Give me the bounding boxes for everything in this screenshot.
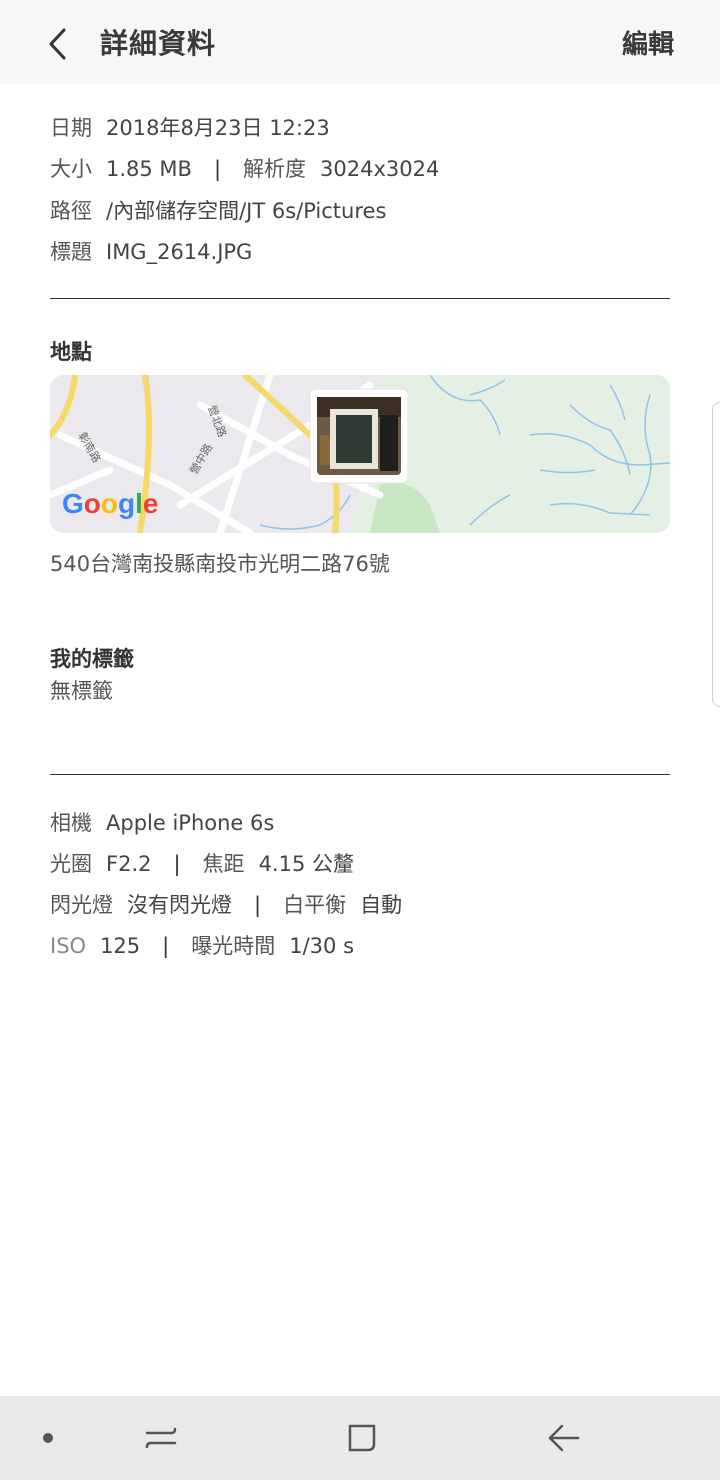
white-balance-value: 自動 [360,893,403,917]
app-bar: 詳細資料 編輯 [0,0,720,84]
aperture-value: F2.2 [106,852,152,876]
location-heading: 地點 [50,340,92,364]
location-map[interactable]: 彰南路 營北路 營中路 Google [50,375,670,533]
navigation-bar [0,1396,720,1480]
date-row: 日期 2018年8月23日 12:23 [50,112,330,142]
filename-label: 標題 [50,240,92,264]
camera-label: 相機 [50,811,92,835]
camera-row: 相機 Apple iPhone 6s [50,807,274,837]
back-icon[interactable] [540,1414,588,1462]
white-balance-label: 白平衡 [283,893,347,917]
back-arrow-icon [49,28,66,60]
filename-value: IMG_2614.JPG [106,240,253,264]
iso-label: ISO [50,934,87,958]
divider [50,774,670,775]
page-title: 詳細資料 [100,27,217,60]
separator: | [213,157,222,181]
tags-empty-text: 無標籤 [50,679,113,703]
edge-panel-handle[interactable] [712,402,720,707]
path-label: 路徑 [50,199,92,223]
focal-value: 4.15 公釐 [258,852,354,876]
filename-row: 標題 IMG_2614.JPG [50,236,252,266]
aperture-focal-row: 光圈 F2.2 | 焦距 4.15 公釐 [50,848,354,878]
flash-wb-row: 閃光燈 沒有閃光燈 | 白平衡 自動 [50,889,402,919]
recent-apps-icon[interactable] [137,1414,185,1462]
photo-pin[interactable] [309,388,409,493]
divider [50,298,670,299]
aperture-label: 光圈 [50,852,92,876]
resolution-label: 解析度 [243,157,307,181]
iso-exposure-row: ISO 125 | 曝光時間 1/30 s [50,930,354,960]
path-value: /內部儲存空間/JT 6s/Pictures [106,199,387,223]
tags-heading: 我的標籤 [50,647,134,671]
separator: | [254,893,262,917]
iso-value: 125 [100,934,141,958]
separator: | [173,852,181,876]
back-button[interactable] [36,22,80,66]
exposure-label: 曝光時間 [191,934,276,958]
date-label: 日期 [50,116,92,140]
flash-label: 閃光燈 [50,893,113,917]
focal-label: 焦距 [202,852,245,876]
path-row: 路徑/內部儲存空間/JT 6s/Pictures [50,195,386,225]
dot-icon[interactable] [24,1414,72,1462]
map-graphic: 彰南路 營北路 營中路 Google [50,375,670,533]
flash-value: 沒有閃光燈 [127,893,232,917]
resolution-value: 3024x3024 [320,157,440,181]
size-value: 1.85 MB [106,157,192,181]
google-attribution: Google [62,488,158,519]
home-icon[interactable] [338,1414,386,1462]
date-value: 2018年8月23日 12:23 [106,116,330,140]
address-text: 540台灣南投縣南投市光明二路76號 [50,552,390,576]
exposure-value: 1/30 s [289,934,355,958]
edit-button[interactable]: 編輯 [622,24,674,61]
size-resolution-row: 大小 1.85 MB | 解析度 3024x3024 [50,153,439,183]
separator: | [162,934,170,958]
size-label: 大小 [50,157,92,181]
camera-value: Apple iPhone 6s [106,811,275,835]
